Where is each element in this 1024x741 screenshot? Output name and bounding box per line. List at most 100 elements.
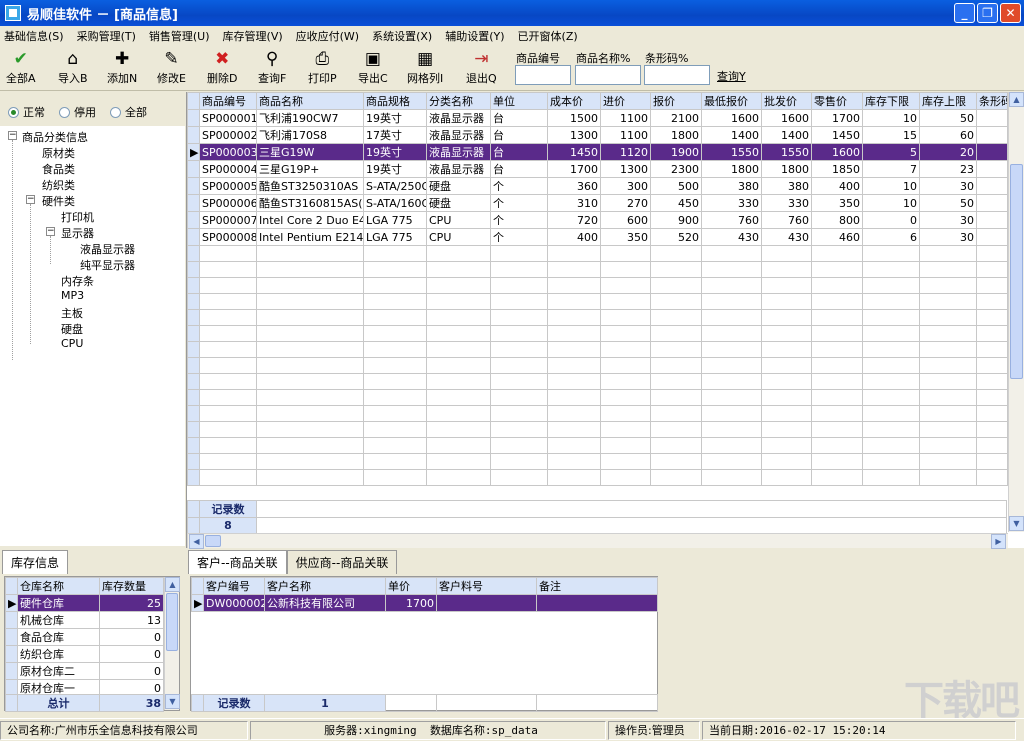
table-row[interactable]: SP000006 酷鱼ST3160815AS(盒 S-ATA/160G 硬盘个 310 2… [187,194,1008,212]
stock-scrollbar[interactable]: ▲ ▼ [164,577,180,710]
tree-node[interactable]: CPU [61,337,83,350]
tree-root[interactable]: 商品分类信息 [22,129,88,145]
table-row[interactable]: ▶ SP000003 三星G19W 19英寸 液晶显示器台 1450 1120 1900 155… [187,143,1008,161]
tree-node[interactable]: 打印机 [61,209,94,225]
table-row[interactable]: ▶ 硬件仓库 25 [5,594,164,612]
menu-settings[interactable]: 系统设置(X) [372,28,432,44]
edit-button[interactable]: ✎ 修改E [157,50,186,86]
filter-disabled[interactable]: 停用 [59,104,96,120]
tree-node[interactable]: 纯平显示器 [80,257,135,273]
menu-open-windows[interactable]: 已开窗体(Z) [518,28,578,44]
tree-node[interactable]: 显示器 [61,225,94,241]
name-search-input[interactable] [575,65,641,85]
exit-button[interactable]: ⇥ 退出Q [466,50,497,86]
query-link[interactable]: 查询Y [717,68,746,84]
filter-all[interactable]: 全部 [110,104,147,120]
table-row[interactable]: 食品仓库 0 [5,628,164,646]
table-cell [436,594,537,612]
table-cell [363,389,427,406]
menu-aux-settings[interactable]: 辅助设置(Y) [445,28,504,44]
scroll-thumb[interactable] [1010,164,1023,379]
tab-customer-relation[interactable]: 客户--商品关联 [188,550,287,574]
table-cell [490,469,548,486]
table-cell [701,293,762,310]
code-search-input[interactable] [515,65,571,85]
menu-purchase[interactable]: 采购管理(T) [77,28,136,44]
maximize-button[interactable]: ❐ [977,3,998,23]
tree-node[interactable]: 原材类 [42,145,75,161]
table-cell [490,341,548,358]
scroll-thumb[interactable] [205,535,221,547]
import-button[interactable]: ⌂ 导入B [58,50,88,86]
table-row[interactable]: SP000007Intel Core 2 Duo E450LGA 775CPU个… [187,211,1008,229]
table-row[interactable]: ▶ DW000002 公新科技有限公司 1700 [191,594,658,612]
table-cell [256,277,364,294]
table-cell [600,357,651,374]
barcode-search-input[interactable] [644,65,710,85]
delete-button[interactable]: ✖ 删除D [207,50,237,86]
menu-basic-info[interactable]: 基础信息(S) [4,28,64,44]
scroll-up-icon[interactable]: ▲ [1009,92,1024,107]
table-cell [363,357,427,374]
table-cell [426,341,491,358]
table-cell [811,469,863,486]
table-cell [187,341,200,358]
scroll-thumb[interactable] [166,593,178,651]
tree-node[interactable]: 主板 [61,305,83,321]
minimize-button[interactable]: _ [954,3,975,23]
table-cell [761,293,812,310]
table-cell: 460 [811,228,863,246]
print-button[interactable]: ⎙ 打印P [308,50,337,86]
table-cell [701,453,762,470]
table-cell: Intel Pentium E2140 [256,228,364,246]
add-button[interactable]: ✚ 添加N [107,50,137,86]
tree-node[interactable]: 液晶显示器 [80,241,135,257]
column-header: 最低报价 [701,92,762,110]
tree-node[interactable]: 食品类 [42,161,75,177]
collapse-icon[interactable]: − [46,227,55,236]
table-cell: 个 [490,177,548,195]
empty-row [187,357,1008,374]
table-cell [976,405,1008,422]
collapse-icon[interactable]: − [8,131,17,140]
table-row[interactable]: 原材仓库二 0 [5,662,164,680]
table-cell [426,373,491,390]
menu-inventory[interactable]: 库存管理(V) [223,28,283,44]
scroll-left-icon[interactable]: ◀ [189,534,204,549]
grid-horizontal-scrollbar[interactable]: ◀ ▶ [187,533,1008,549]
table-cell [363,341,427,358]
table-cell [976,228,1008,246]
table-row[interactable]: 纺织仓库 0 [5,645,164,663]
scroll-up-icon[interactable]: ▲ [165,577,180,592]
table-row[interactable]: SP000002 飞利浦170S8 17英寸 液晶显示器台 1300 1100 1800 14… [187,126,1008,144]
export-button[interactable]: ▣ 导出C [358,50,388,86]
query-button[interactable]: ⚲ 查询F [258,50,286,86]
menu-receivable[interactable]: 应收应付(W) [296,28,359,44]
tab-supplier-relation[interactable]: 供应商--商品关联 [286,550,398,574]
tree-node[interactable]: MP3 [61,289,84,302]
menu-sales[interactable]: 销售管理(U) [149,28,210,44]
table-cell: 300 [600,177,651,195]
table-row[interactable]: SP000005 酷鱼ST3250310AS S-ATA/250G 硬盘个 360 300… [187,177,1008,195]
scroll-down-icon[interactable]: ▼ [1009,516,1024,531]
tree-node[interactable]: 硬盘 [61,321,83,337]
tree-node[interactable]: 内存条 [61,273,94,289]
tab-stock-info[interactable]: 库存信息 [2,550,69,574]
collapse-icon[interactable]: − [26,195,35,204]
table-cell [363,469,427,486]
table-row[interactable]: 机械仓库 13 [5,611,164,629]
grid-columns-button[interactable]: ▦ 网格列I [407,50,443,86]
close-button[interactable]: ✕ [1000,3,1021,23]
table-cell [811,325,863,342]
tree-node[interactable]: 硬件类 [42,193,75,209]
table-cell [490,245,548,262]
table-row[interactable]: SP000008 Intel Pentium E2140 LGA 775 CPU 个 40… [187,228,1008,246]
all-button[interactable]: ✔ 全部A [6,50,36,86]
table-row[interactable]: SP000001 飞利浦190CW7 19英寸 液晶显示器台 1500 1100 2100 1… [187,109,1008,127]
table-row[interactable]: SP000004 三星G19P+ 19英寸 液晶显示器台 1700 1300 2300 180… [187,160,1008,178]
scroll-down-icon[interactable]: ▼ [165,694,180,709]
tree-node[interactable]: 纺织类 [42,177,75,193]
grid-vertical-scrollbar[interactable]: ▲ ▼ [1008,92,1024,532]
filter-normal[interactable]: 正常 [8,104,45,120]
scroll-right-icon[interactable]: ▶ [991,534,1006,549]
